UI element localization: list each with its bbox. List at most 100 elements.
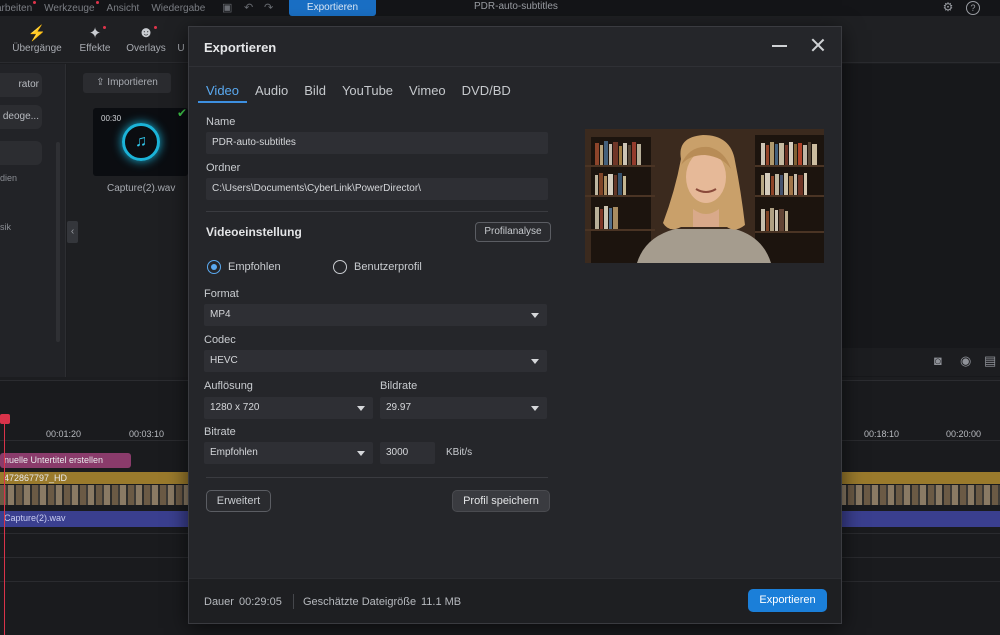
left-panel-button-3[interactable] [0, 141, 42, 165]
tab-youtube[interactable]: YouTube [342, 83, 393, 101]
subtitle-clip[interactable]: nuelle Untertitel erstellen [0, 453, 131, 468]
left-panel: rator deoge... dien sik [0, 64, 66, 377]
notification-dot [154, 26, 157, 29]
more-tool-label: U [177, 43, 185, 54]
transitions-icon: ⚡ [27, 25, 47, 42]
ruler-label: 00:01:20 [46, 429, 82, 439]
export-button[interactable]: Exportieren [748, 589, 827, 612]
left-panel-button-2[interactable]: deoge... [0, 105, 42, 129]
tab-vimeo[interactable]: Vimeo [409, 83, 446, 101]
preview-toolbar: ◙ ◉ ▤ [842, 348, 1000, 376]
menu-tools-label: Werkzeuge [44, 2, 95, 14]
collapse-panel-button[interactable]: ‹ [67, 221, 78, 243]
folder-path: C:\Users\Documents\CyberLink\PowerDirect… [212, 183, 421, 194]
snapshot-icon[interactable]: ◙ [934, 353, 942, 368]
save-icon[interactable]: ▣ [222, 1, 232, 14]
codec-label: Codec [204, 334, 236, 346]
save-profile-button[interactable]: Profil speichern [452, 490, 550, 512]
radio-custom-profile-label[interactable]: Benutzerprofil [354, 261, 422, 273]
effects-icon: ✦ [88, 25, 102, 42]
profile-analysis-button[interactable]: Profilanalyse [475, 222, 551, 242]
media-duration: 00:30 [101, 114, 122, 123]
close-icon[interactable] [808, 35, 828, 55]
left-panel-item-media[interactable]: dien [0, 173, 17, 183]
folder-field[interactable]: C:\Users\Documents\CyberLink\PowerDirect… [206, 178, 548, 200]
bitrate-input[interactable]: 3000 [380, 442, 435, 464]
export-tabs: Video Audio Bild YouTube Vimeo DVD/BD [197, 83, 527, 103]
divider [206, 211, 548, 212]
footer-separator [293, 594, 294, 609]
ruler-label: 00:18:10 [864, 429, 900, 439]
check-icon: ✔ [177, 106, 188, 120]
media-filename: Capture(2).wav [107, 183, 176, 194]
media-thumbnail[interactable]: 00:30 ♫ [93, 108, 188, 176]
ruler-label: 00:03:10 [129, 429, 165, 439]
media-panel: ⇪ Importieren 00:30 ♫ ✔ Capture(2).wav [67, 64, 188, 377]
redo-icon[interactable]: ↷ [264, 1, 273, 14]
overlays-tool[interactable]: ☻ Overlays [121, 24, 171, 54]
playhead-handle[interactable] [0, 414, 10, 424]
name-label: Name [206, 116, 236, 128]
left-panel-item-music[interactable]: sik [0, 222, 11, 232]
left-panel-button-1[interactable]: rator [0, 73, 42, 97]
codec-select[interactable]: HEVC [204, 350, 547, 372]
tab-video[interactable]: Video [197, 83, 248, 103]
divider [206, 477, 548, 478]
import-label: Importieren [107, 77, 158, 88]
dialog-header: Exportieren [189, 27, 841, 67]
radio-recommended-label[interactable]: Empfohlen [228, 261, 281, 273]
help-icon[interactable]: ? [966, 1, 980, 15]
notification-dot [95, 0, 99, 4]
menu-tools[interactable]: Werkzeuge [44, 0, 99, 14]
tab-dvd-bd[interactable]: DVD/BD [462, 83, 511, 101]
export-dialog: Exportieren Video Audio Bild YouTube Vim… [188, 26, 842, 624]
preview-image [585, 129, 824, 263]
minimize-icon[interactable] [772, 45, 787, 47]
advanced-button[interactable]: Erweitert [206, 490, 271, 512]
resolution-label: Auflösung [204, 380, 253, 392]
effects-tool[interactable]: ✦ Effekte [70, 24, 120, 54]
video-preview-thumbnail [585, 129, 824, 263]
radio-recommended[interactable] [207, 260, 221, 274]
overlays-icon: ☻ [138, 24, 154, 41]
radio-custom-profile[interactable] [333, 260, 347, 274]
import-icon: ⇪ [96, 77, 108, 88]
format-label: Format [204, 288, 239, 300]
bitrate-mode-select[interactable]: Empfohlen [204, 442, 373, 464]
framerate-label: Bildrate [380, 380, 418, 392]
tab-image[interactable]: Bild [304, 83, 326, 101]
filesize-label: Geschätzte Dateigröße [303, 596, 417, 608]
transitions-label: Übergänge [12, 43, 62, 54]
overlays-label: Overlays [126, 43, 166, 54]
left-panel-scrollbar[interactable] [56, 142, 60, 342]
render-preview-icon[interactable]: ◉ [960, 353, 971, 369]
import-button[interactable]: ⇪ Importieren [83, 73, 171, 93]
notification-dot [103, 26, 106, 29]
dialog-footer: Dauer 00:29:05 Geschätzte Dateigröße 11.… [189, 578, 841, 623]
transitions-tool[interactable]: ⚡ Übergänge [12, 24, 62, 54]
dialog-title: Exportieren [204, 40, 277, 55]
app-export-button[interactable]: Exportieren [289, 0, 376, 16]
folder-label: Ordner [206, 162, 241, 174]
framerate-select[interactable]: 29.97 [380, 397, 547, 419]
tab-audio[interactable]: Audio [255, 83, 288, 101]
undo-icon[interactable]: ↶ [244, 1, 253, 14]
preview-panel [842, 64, 1000, 377]
duration-value: 00:29:05 [239, 596, 282, 608]
ruler-label: 00:20:00 [946, 429, 982, 439]
menu-edit[interactable]: arbeiten [0, 0, 37, 14]
subtitle-icon[interactable]: ▤ [984, 353, 996, 369]
name-field[interactable]: PDR-auto-subtitles [206, 132, 548, 154]
filesize-value: 11.1 MB [421, 596, 462, 608]
playhead[interactable] [4, 414, 5, 635]
menu-view[interactable]: Ansicht [107, 3, 140, 14]
project-title: PDR-auto-subtitles [474, 1, 558, 12]
menu-playback[interactable]: Wiedergabe [151, 3, 205, 14]
settings-icon[interactable]: ⚙ [941, 0, 955, 14]
music-note-icon: ♫ [122, 123, 160, 161]
video-settings-title: Videoeinstellung [206, 225, 302, 239]
format-select[interactable]: MP4 [204, 304, 547, 326]
menu-edit-label: arbeiten [0, 2, 33, 14]
notification-dot [33, 0, 37, 4]
resolution-select[interactable]: 1280 x 720 [204, 397, 373, 419]
